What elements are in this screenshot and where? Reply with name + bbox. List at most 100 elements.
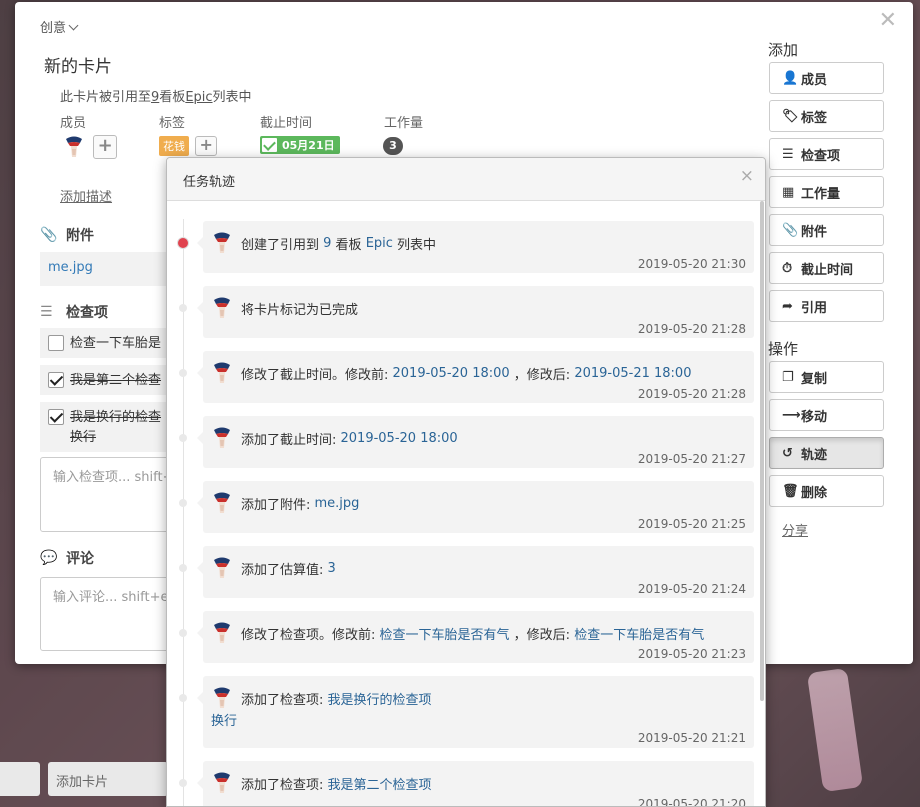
history-highlight[interactable]: 我是第二个检查项: [328, 774, 432, 793]
checklist-checkbox[interactable]: [48, 372, 64, 388]
history-text: ，修改后:: [509, 627, 575, 643]
history-text: 修改了检查项。修改前:: [241, 627, 380, 643]
history-entry: 创建了引用到 9 看板 Epic 列表中 2019-05-20 21:30: [177, 221, 754, 273]
workload-button[interactable]: ▦ 工作量: [769, 176, 884, 208]
check-icon[interactable]: [262, 138, 277, 152]
due-date-badge[interactable]: 05月21日: [260, 136, 340, 154]
checklist-title: 检查项: [66, 305, 108, 321]
ref-prefix: 此卡片被引用至: [60, 90, 152, 105]
history-button-label: 轨迹: [801, 447, 828, 463]
grid-icon: ▦: [782, 184, 795, 200]
history-text: 添加了检查项:: [241, 692, 328, 708]
tags-row: 花钱 +: [159, 136, 218, 156]
history-text: 添加了附件:: [241, 497, 315, 513]
avatar[interactable]: [63, 135, 85, 159]
history-timestamp: 2019-05-20 21:27: [637, 452, 746, 466]
timeline-dot: [179, 779, 187, 787]
share-link[interactable]: 分享: [782, 520, 808, 539]
history-popup: 任务轨迹 × 创建了引用到 9 看板 Epic 列表中 2019-05-20 21…: [166, 157, 766, 807]
history-highlight[interactable]: 2019-05-20 18:00: [393, 366, 510, 381]
avatar[interactable]: [211, 491, 233, 515]
history-highlight[interactable]: 2019-05-21 18:00: [574, 366, 691, 381]
history-button[interactable]: ↺ 轨迹: [769, 437, 884, 469]
history-highlight[interactable]: Epic: [366, 236, 393, 251]
avatar-image: [214, 687, 230, 708]
checklist-header: ☰ 检查项: [40, 302, 108, 322]
attachment-button[interactable]: 📎 附件: [769, 214, 884, 246]
avatar-image: [214, 232, 230, 253]
close-icon[interactable]: ✕: [879, 8, 897, 33]
avatar[interactable]: [211, 621, 233, 645]
checklist-checkbox[interactable]: [48, 409, 64, 425]
avatar[interactable]: [211, 231, 233, 255]
members-button[interactable]: 👤 成员: [769, 62, 884, 94]
delete-button[interactable]: 🗑 删除: [769, 475, 884, 507]
workload-row: 3: [383, 137, 403, 155]
history-highlight[interactable]: 我是换行的检查项: [328, 689, 432, 708]
board-selector[interactable]: 创意: [40, 17, 79, 36]
history-text: 看板: [331, 237, 366, 253]
avatar[interactable]: [211, 686, 233, 710]
due-date-button[interactable]: ⏱ 截止时间: [769, 252, 884, 284]
due-date-button-label: 截止时间: [801, 262, 854, 278]
close-icon[interactable]: ×: [740, 166, 754, 186]
checklist-button[interactable]: ☰ 检查项: [769, 138, 884, 170]
paperclip-icon: 📎: [782, 222, 799, 238]
history-entry: 添加了截止时间: 2019-05-20 18:00 2019-05-20 21:2…: [179, 416, 754, 468]
tag-badge[interactable]: 花钱: [159, 136, 189, 156]
add-tag-button[interactable]: +: [195, 136, 218, 156]
copy-button[interactable]: ❐ 复制: [769, 361, 884, 393]
move-button[interactable]: ⟶ 移动: [769, 399, 884, 431]
history-highlight[interactable]: 9: [323, 236, 331, 251]
timeline-dot: [179, 499, 187, 507]
avatar[interactable]: [211, 426, 233, 450]
avatar[interactable]: [211, 361, 233, 385]
history-continuation: 换行: [211, 714, 238, 729]
tags-button[interactable]: 🏷 标签: [769, 100, 884, 132]
ref-mid: 看板: [159, 90, 186, 105]
avatar[interactable]: [211, 556, 233, 580]
entry-pointer: [197, 627, 203, 639]
attachment-filename[interactable]: me.jpg: [48, 260, 93, 275]
history-highlight[interactable]: 检查一下车胎是否有气: [574, 624, 704, 643]
checklist-text-line1: 我是换行的检查: [70, 410, 162, 425]
history-text: 列表中: [392, 237, 437, 253]
history-text: ，修改后:: [509, 367, 575, 383]
add-description-link[interactable]: 添加描述: [60, 186, 112, 205]
checklist-text[interactable]: 我是第二个检查: [70, 371, 161, 391]
history-timestamp: 2019-05-20 21:23: [637, 647, 746, 661]
history-timestamp: 2019-05-20 21:21: [637, 731, 746, 745]
background-list-column: [0, 762, 40, 796]
checklist-text-line2: 换行: [70, 430, 97, 445]
card-title[interactable]: 新的卡片: [44, 52, 112, 77]
members-label: 成员: [60, 116, 87, 131]
history-highlight[interactable]: 检查一下车胎是否有气: [380, 624, 510, 643]
avatar[interactable]: [211, 771, 233, 795]
reference-line: 此卡片被引用至9看板Epic列表中: [60, 86, 252, 105]
ref-list-link[interactable]: Epic: [185, 90, 212, 105]
history-icon: ↺: [782, 445, 793, 461]
reference-button-label: 引用: [801, 300, 828, 316]
avatar-image: [214, 557, 230, 578]
history-entry-text: 添加了检查项: 我是换行的检查项: [211, 686, 746, 710]
checklist-checkbox[interactable]: [48, 335, 64, 351]
add-member-button[interactable]: +: [93, 135, 118, 159]
comments-header: 💬 评论: [40, 548, 94, 568]
history-highlight[interactable]: 3: [328, 561, 336, 576]
avatar[interactable]: [211, 296, 233, 320]
checklist-text[interactable]: 我是换行的检查 换行: [70, 408, 161, 448]
history-timestamp: 2019-05-20 21:28: [637, 322, 746, 336]
workload-badge[interactable]: 3: [383, 137, 403, 155]
history-highlight[interactable]: me.jpg: [315, 496, 360, 511]
avatar-image: [214, 427, 230, 448]
add-card-input[interactable]: 添加卡片: [48, 762, 168, 796]
history-highlight[interactable]: 2019-05-20 18:00: [341, 431, 458, 446]
history-text: 将卡片标记为已完成: [241, 302, 359, 318]
reference-button[interactable]: ➦ 引用: [769, 290, 884, 322]
avatar-image: [214, 297, 230, 318]
attachments-title: 附件: [66, 228, 94, 244]
history-timestamp: 2019-05-20 21:28: [637, 387, 746, 401]
trash-icon: 🗑: [782, 483, 799, 499]
checklist-text[interactable]: 检查一下车胎是: [70, 334, 161, 354]
history-entry: 修改了检查项。修改前: 检查一下车胎是否有气 ，修改后: 检查一下车胎是否有气 2…: [179, 611, 754, 663]
